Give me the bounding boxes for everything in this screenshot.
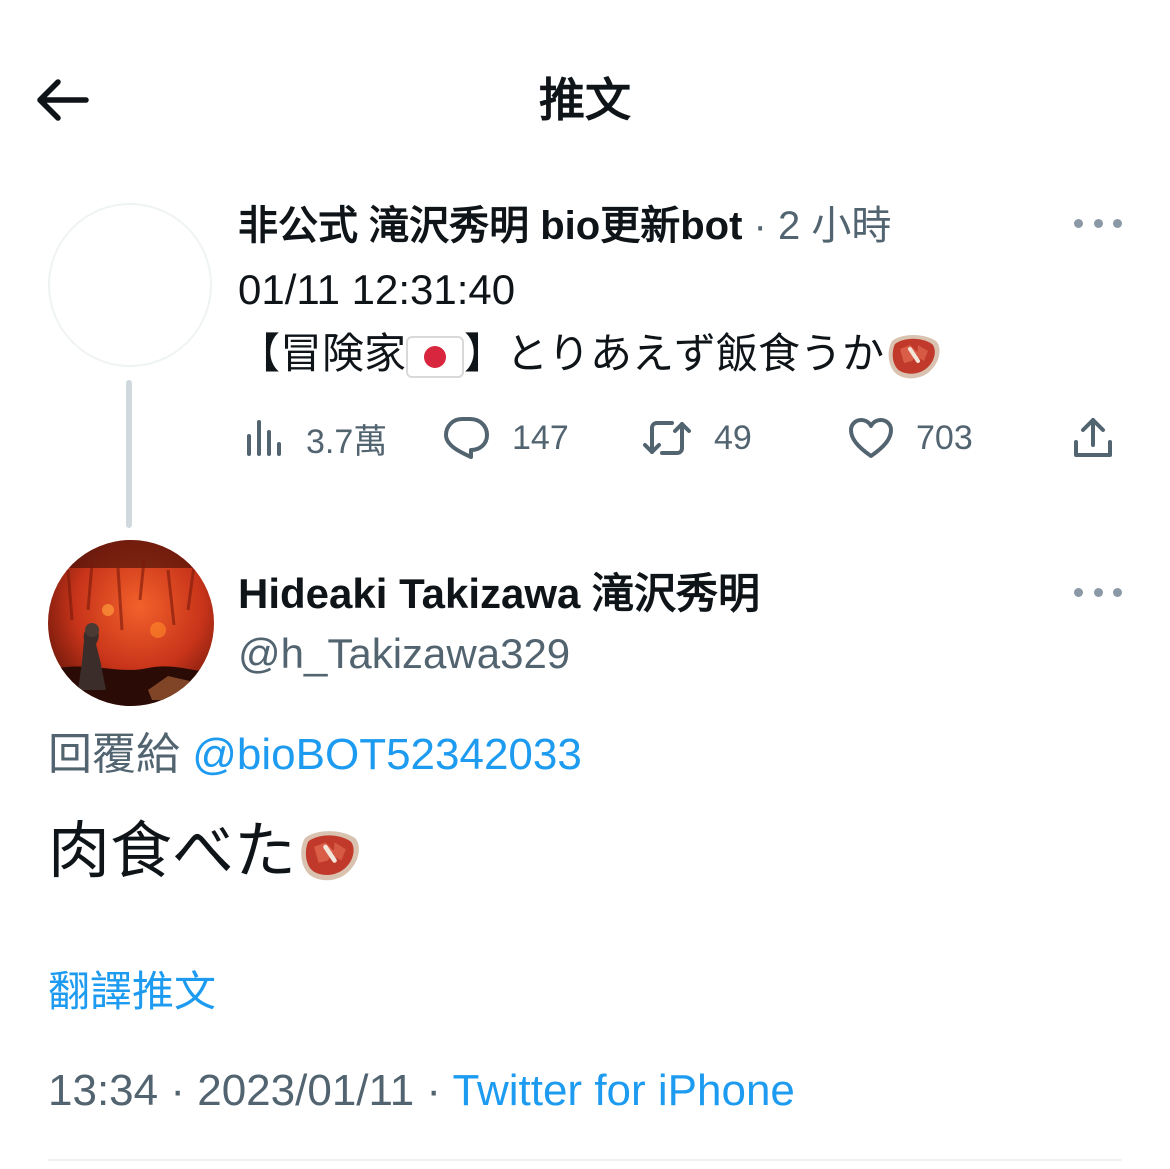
dot [1074,587,1083,597]
tweet-meta: 13:34 · 2023/01/11 · Twitter for iPhone [48,1060,795,1122]
dot [1113,218,1122,228]
dot [1093,218,1103,228]
parent-avatar[interactable] [48,203,212,367]
heart-icon [849,418,893,458]
parent-more-button[interactable] [1074,203,1122,243]
parent-tweet-header: 非公式 滝沢秀明 bio更新bot · 2 小時 [238,198,891,254]
parent-timestamp[interactable]: 2 小時 [778,204,891,248]
parent-tweet-text: 【冒険家 】とりあえず飯食うか [238,324,944,384]
views-button[interactable]: 3.7萬 [244,408,387,468]
share-icon [1074,418,1112,457]
parent-text-prefix: 【冒険家 [238,330,407,377]
page-title: 推文 [539,74,631,126]
translate-tweet-link[interactable]: 翻譯推文 [48,962,216,1022]
main-avatar[interactable] [48,540,214,706]
main-tweet-text: 肉食べた [48,810,364,894]
reply-to-mention[interactable]: @bioBOT52342033 [192,730,582,779]
parent-separator: · [753,204,767,248]
retweet-count: 49 [714,418,752,457]
main-more-button[interactable] [1074,572,1122,612]
parent-text-suffix: 】とりあえず飯食うか [464,330,885,377]
reply-count: 147 [512,418,569,457]
japan-flag-icon [406,335,465,378]
main-author-handle[interactable]: @h_Takizawa329 [238,624,570,684]
share-button[interactable] [1072,408,1114,468]
dot [1093,587,1103,597]
divider [48,1159,1122,1161]
parent-action-bar: 3.7萬 147 49 703 [238,408,1128,468]
retweet-icon [643,421,691,455]
main-author-name[interactable]: Hideaki Takizawa 滝沢秀明 [238,564,760,624]
meat-emoji-icon [888,334,940,379]
views-chart-icon [247,420,281,456]
thread-connector-line [126,380,132,528]
meat-emoji-icon [301,830,359,880]
dot [1113,587,1122,597]
reply-bubble-icon [444,417,489,459]
parent-tweet-line1: 01/11 12:31:40 [238,266,516,313]
avatar-image [48,540,214,706]
tweet-source-link[interactable]: Twitter for iPhone [453,1066,795,1115]
reply-button[interactable]: 147 [442,408,569,468]
like-count: 703 [916,418,973,457]
tweet-time: 13:34 [48,1066,159,1115]
tweet-body: 肉食べた [48,817,297,886]
retweet-button[interactable]: 49 [642,408,752,468]
reply-to-line: 回覆給 @bioBOT52342033 [48,724,582,786]
like-button[interactable]: 703 [848,408,973,468]
meta-separator: · [426,1066,442,1115]
views-count: 3.7萬 [306,422,388,461]
reply-label: 回覆給 [48,730,180,779]
parent-author-name[interactable]: 非公式 滝沢秀明 bio更新bot [238,204,742,248]
dot [1074,218,1083,228]
tweet-date: 2023/01/11 [197,1066,415,1115]
meta-separator: · [170,1066,185,1115]
